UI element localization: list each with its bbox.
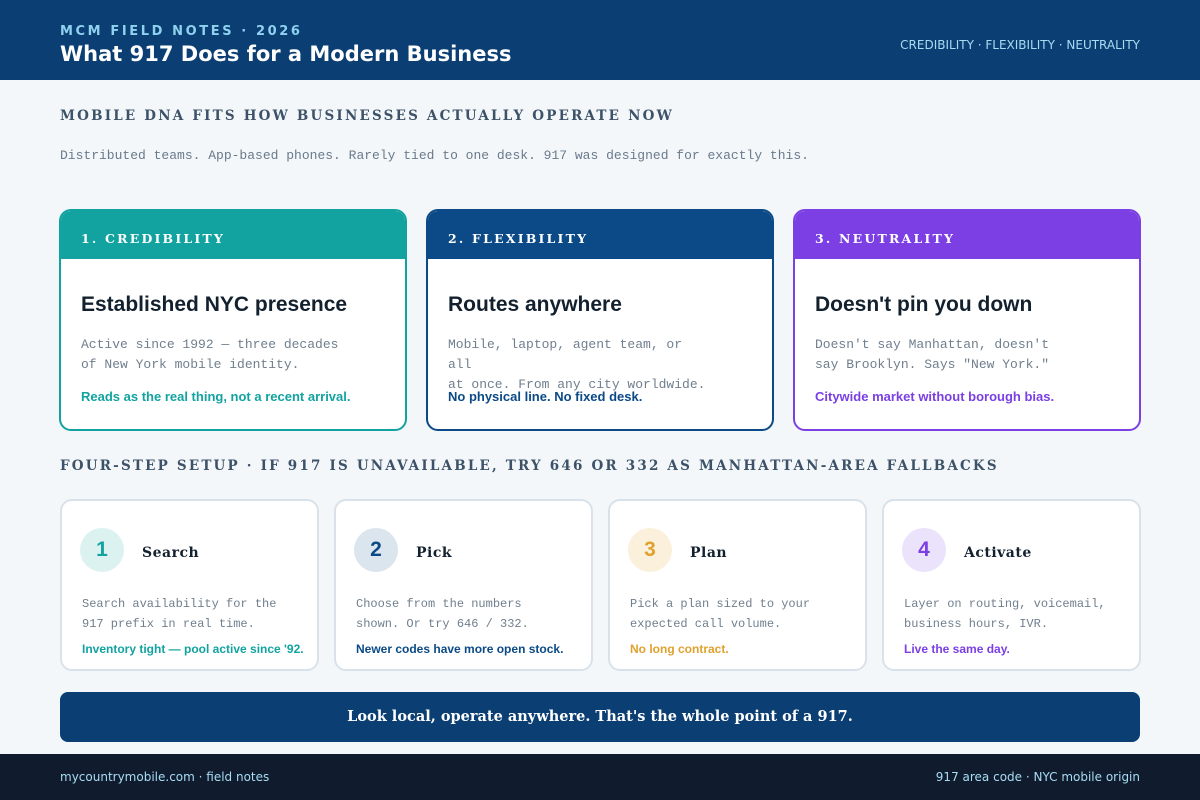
pillar-card-flexibility: 2. FLEXIBILITY Routes anywhere Mobile, l…: [426, 209, 774, 431]
step-number-badge: 1: [80, 528, 124, 572]
pillar-card-neutrality: 3. NEUTRALITY Doesn't pin you down Doesn…: [793, 209, 1141, 431]
pillar-description: Doesn't say Manhattan, doesn't say Brook…: [815, 335, 1075, 375]
footer-caption: 917 area code · NYC mobile origin: [935, 770, 1140, 784]
step-card-pick: 2 Pick Choose from the numbers shown. Or…: [334, 499, 593, 671]
section-heading-mobile-dna: Mobile DNA fits how businesses actually …: [60, 108, 674, 124]
pillar-description-line: of New York mobile identity.: [81, 357, 300, 372]
step-description: Search availability for the 917 prefix i…: [82, 594, 307, 634]
step-note: Live the same day.: [904, 642, 1010, 656]
step-description: Choose from the numbers shown. Or try 64…: [356, 594, 581, 634]
step-description-line: Search availability for the: [82, 597, 277, 611]
step-title: Pick: [416, 545, 453, 561]
header-bar: MCM FIELD NOTES · 2026 What 917 Does for…: [0, 0, 1200, 80]
step-description-line: Choose from the numbers: [356, 597, 522, 611]
page-title: What 917 Does for a Modern Business: [60, 42, 512, 66]
step-description-line: shown. Or try 646 / 332.: [356, 617, 529, 631]
pillar-description-line: Active since 1992 — three decades: [81, 337, 339, 352]
pillar-description-line: say Brooklyn. Says "New York.": [815, 357, 1050, 372]
pillar-header: 1. CREDIBILITY: [61, 211, 405, 259]
footer-bar: mycountrymobile.com · field notes 917 ar…: [0, 754, 1200, 800]
pillar-title: Established NYC presence: [81, 293, 348, 316]
step-title: Plan: [690, 545, 728, 561]
footer-source: mycountrymobile.com · field notes: [60, 770, 270, 784]
step-title: Activate: [964, 545, 1032, 561]
step-card-plan: 3 Plan Pick a plan sized to your expecte…: [608, 499, 867, 671]
pillar-card-credibility: 1. CREDIBILITY Established NYC presence …: [59, 209, 407, 431]
intro-text: Distributed teams. App-based phones. Rar…: [60, 148, 809, 163]
header-kicker: MCM FIELD NOTES · 2026: [60, 24, 303, 39]
step-note: Inventory tight — pool active since '92.: [82, 642, 304, 656]
step-number-badge: 4: [902, 528, 946, 572]
step-description-line: business hours, IVR.: [904, 617, 1049, 631]
step-description-line: expected call volume.: [630, 617, 782, 631]
header-tagline: CREDIBILITY · FLEXIBILITY · NEUTRALITY: [900, 38, 1140, 52]
step-description-line: 917 prefix in real time.: [82, 617, 255, 631]
pillar-header: 3. NEUTRALITY: [795, 211, 1139, 259]
pillar-description: Mobile, laptop, agent team, or all at on…: [448, 335, 708, 395]
pillar-description: Active since 1992 — three decades of New…: [81, 335, 341, 375]
pillar-title: Doesn't pin you down: [815, 293, 1033, 316]
step-description-line: Layer on routing, voicemail,: [904, 597, 1106, 611]
step-description: Layer on routing, voicemail, business ho…: [904, 594, 1129, 634]
step-description: Pick a plan sized to your expected call …: [630, 594, 855, 634]
summary-banner: Look local, operate anywhere. That's the…: [60, 692, 1140, 742]
pillar-note: No physical line. No fixed desk.: [448, 389, 643, 404]
step-number-badge: 2: [354, 528, 398, 572]
pillar-description-line: Doesn't say Manhattan, doesn't: [815, 337, 1050, 352]
step-description-line: Pick a plan sized to your: [630, 597, 811, 611]
step-card-activate: 4 Activate Layer on routing, voicemail, …: [882, 499, 1141, 671]
pillar-note: Reads as the real thing, not a recent ar…: [81, 389, 351, 404]
step-card-search: 1 Search Search availability for the 917…: [60, 499, 319, 671]
section-heading-setup: Four-step setup · If 917 is unavailable,…: [60, 458, 999, 474]
step-note: No long contract.: [630, 642, 729, 656]
step-title: Search: [142, 545, 200, 561]
step-note: Newer codes have more open stock.: [356, 642, 564, 656]
pillar-header: 2. FLEXIBILITY: [428, 211, 772, 259]
pillar-note: Citywide market without borough bias.: [815, 389, 1055, 404]
step-number-badge: 3: [628, 528, 672, 572]
pillar-title: Routes anywhere: [448, 293, 622, 316]
pillar-description-line: Mobile, laptop, agent team, or all: [448, 337, 683, 372]
